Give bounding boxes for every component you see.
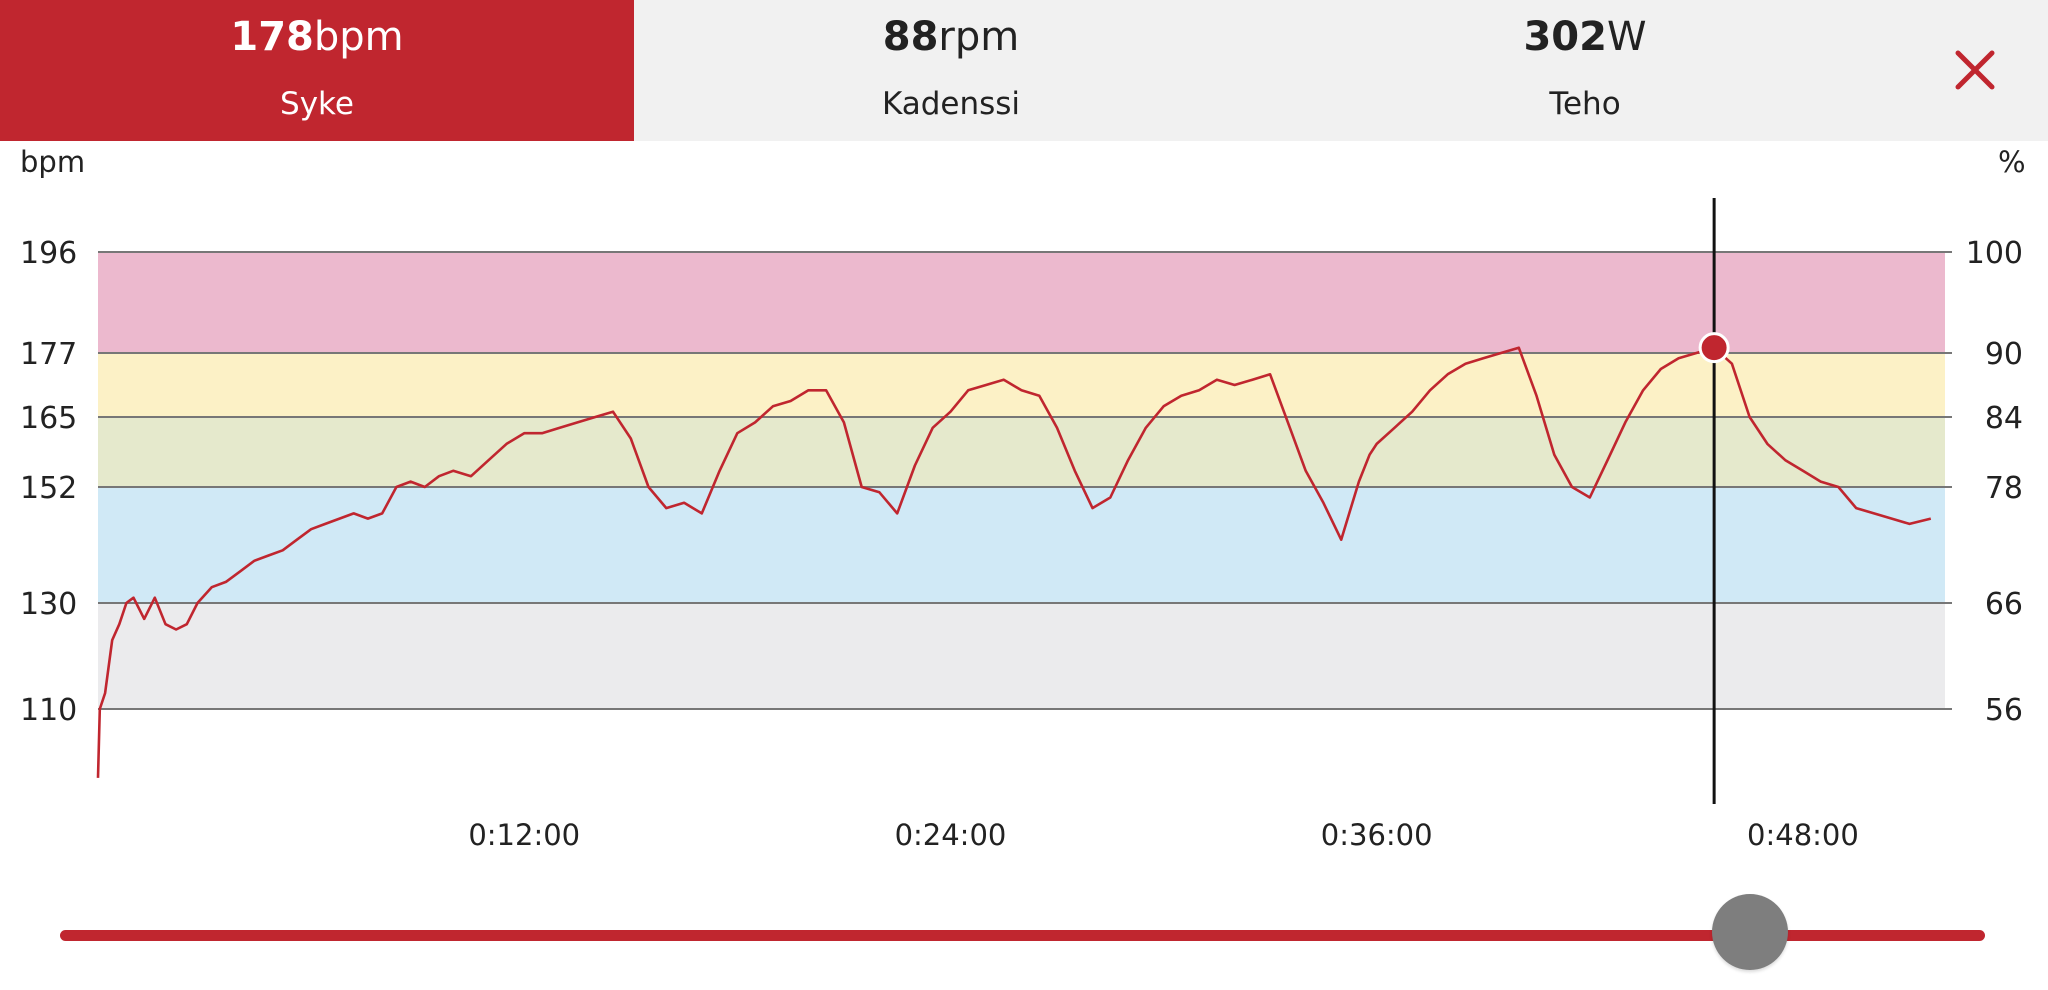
right-tick-label: 78 — [1985, 471, 2023, 506]
left-tick-label: 130 — [20, 587, 77, 622]
right-tick-label: 90 — [1985, 337, 2023, 372]
heart-rate-chart[interactable]: 196 177 165 152 130 110 100 90 84 78 66 56 0:12:00… — [0, 0, 2048, 860]
zone-band-4 — [98, 603, 1945, 709]
right-tick-label: 56 — [1985, 693, 2023, 728]
right-tick-label: 66 — [1985, 587, 2023, 622]
x-tick-label: 0:36:00 — [1321, 818, 1433, 852]
slider-thumb[interactable] — [1712, 894, 1789, 970]
zone-band-3 — [98, 487, 1945, 603]
left-tick-label: 177 — [20, 337, 77, 372]
right-tick-label: 84 — [1985, 401, 2023, 436]
timeline-slider[interactable] — [60, 880, 1985, 990]
right-tick-label: 100 — [1966, 236, 2023, 271]
left-tick-label: 110 — [20, 693, 77, 728]
zone-band-2 — [98, 417, 1945, 487]
x-tick-label: 0:24:00 — [895, 818, 1007, 852]
left-tick-label: 165 — [20, 401, 77, 436]
cursor-marker[interactable] — [1698, 332, 1730, 364]
zone-band-0 — [98, 252, 1945, 353]
x-tick-label: 0:48:00 — [1747, 818, 1859, 852]
slider-track[interactable] — [60, 930, 1985, 941]
zone-band-1 — [98, 353, 1945, 417]
left-tick-label: 196 — [20, 236, 77, 271]
left-tick-label: 152 — [20, 471, 77, 506]
x-tick-label: 0:12:00 — [468, 818, 580, 852]
